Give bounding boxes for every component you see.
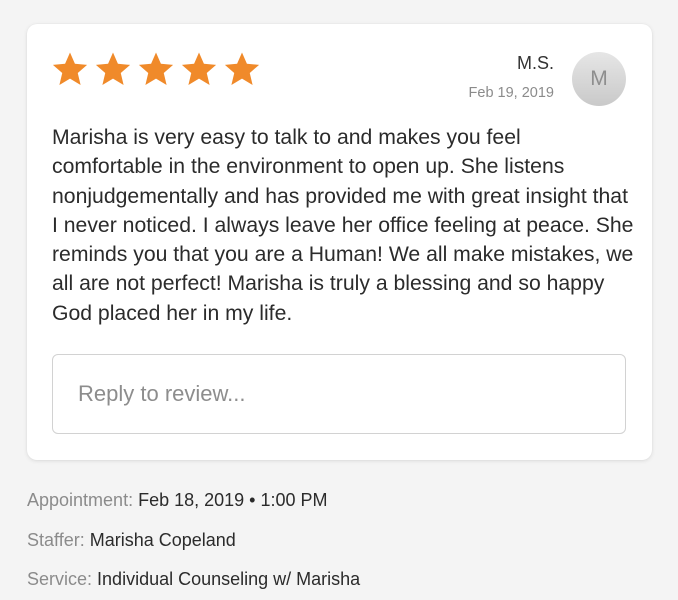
star-rating [51,50,261,88]
reviewer-name: M.S. [516,53,554,73]
review-text: Marisha is very easy to talk to and make… [52,126,634,325]
review-card: M.S. Feb 19, 2019 M Marisha is very easy… [27,24,652,460]
star-icon [180,50,218,88]
staffer-label: Staffer: [27,530,85,550]
avatar-initial: M [590,67,608,90]
review-date: Feb 19, 2019 [468,85,554,101]
star-icon [223,50,261,88]
appointment-value: Feb 18, 2019 • 1:00 PM [138,490,328,510]
appointment-row: Appointment: Feb 18, 2019 • 1:00 PM [27,489,328,511]
appointment-label: Appointment: [27,490,134,510]
staffer-value: Marisha Copeland [89,530,236,550]
service-row: Service: Individual Counseling w/ Marish… [27,568,360,590]
reviewer-info: M.S. Feb 19, 2019 [469,52,554,102]
star-icon [51,50,89,88]
avatar: M [572,52,626,106]
staffer-row: Staffer: Marisha Copeland [27,529,236,551]
service-value: Individual Counseling w/ Marisha [97,569,361,589]
star-icon [94,50,132,88]
reply-input[interactable] [52,354,626,434]
service-label: Service: [27,569,93,589]
star-icon [137,50,175,88]
